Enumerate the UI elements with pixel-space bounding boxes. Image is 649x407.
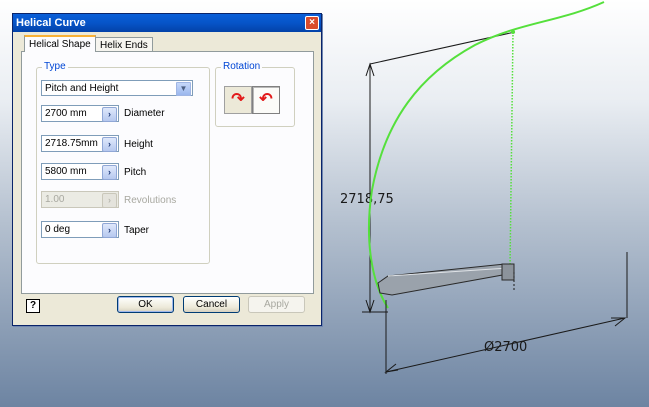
type-group-label: Type — [42, 61, 68, 72]
help-button[interactable]: ? — [26, 299, 40, 313]
apply-button[interactable]: Apply — [248, 296, 305, 313]
height-label: Height — [124, 139, 153, 150]
dropdown-chevron-icon[interactable]: ▼ — [176, 82, 191, 96]
helical-shape-page: Type Pitch and Height ▼ 2700 mm › Diamet… — [21, 51, 314, 294]
base-profile[interactable] — [377, 263, 515, 296]
pitch-field[interactable]: 5800 mm › — [41, 163, 119, 180]
revolutions-arrow-icon: › — [102, 193, 117, 208]
height-value: 2718.75mm — [45, 138, 98, 149]
revolutions-value: 1.00 — [45, 194, 65, 205]
cancel-button[interactable]: Cancel — [183, 296, 240, 313]
pitch-label: Pitch — [124, 167, 147, 178]
taper-field[interactable]: 0 deg › — [41, 221, 119, 238]
close-button[interactable]: × — [305, 16, 319, 30]
close-icon: × — [309, 17, 315, 28]
ok-button[interactable]: OK — [117, 296, 174, 313]
taper-value: 0 deg — [45, 224, 71, 235]
rotation-group: Rotation ↷ ↶ — [215, 61, 295, 127]
rotation-group-label: Rotation — [221, 61, 263, 72]
helix-axis — [509, 31, 514, 269]
pitch-arrow-icon[interactable]: › — [102, 165, 117, 180]
dialog-title: Helical Curve — [16, 17, 86, 29]
height-dimension-label: 2718,75 — [340, 192, 394, 207]
diameter-dimension-label: Ø2700 — [484, 340, 527, 355]
rotate-clockwise-button[interactable]: ↷ — [224, 86, 252, 114]
rotate-clockwise-icon: ↷ — [231, 91, 245, 108]
type-dropdown[interactable]: Pitch and Height ▼ — [41, 80, 193, 96]
rotate-counterclockwise-button[interactable]: ↶ — [252, 86, 280, 114]
type-dropdown-value: Pitch and Height — [45, 83, 119, 94]
height-field[interactable]: 2718.75mm › — [41, 135, 119, 152]
revolutions-field: 1.00 › — [41, 191, 119, 208]
helix-curve[interactable] — [368, 1, 605, 309]
pitch-value: 5800 mm — [45, 166, 87, 177]
diameter-arrow-icon[interactable]: › — [102, 107, 117, 122]
tab-helical-shape[interactable]: Helical Shape — [24, 35, 96, 52]
diameter-label: Diameter — [124, 108, 165, 119]
diameter-value: 2700 mm — [45, 108, 87, 119]
dialog-titlebar[interactable]: Helical Curve × — [13, 14, 321, 32]
type-group: Type Pitch and Height ▼ 2700 mm › Diamet… — [36, 61, 210, 264]
help-icon: ? — [29, 300, 37, 311]
taper-arrow-icon[interactable]: › — [102, 223, 117, 238]
revolutions-label: Revolutions — [124, 195, 177, 206]
taper-label: Taper — [124, 225, 150, 236]
height-arrow-icon[interactable]: › — [102, 137, 117, 152]
rotate-counterclockwise-icon: ↶ — [259, 91, 273, 108]
diameter-field[interactable]: 2700 mm › — [41, 105, 119, 122]
helical-curve-dialog: Helical Curve × Helical Shape Helix Ends… — [12, 13, 322, 326]
